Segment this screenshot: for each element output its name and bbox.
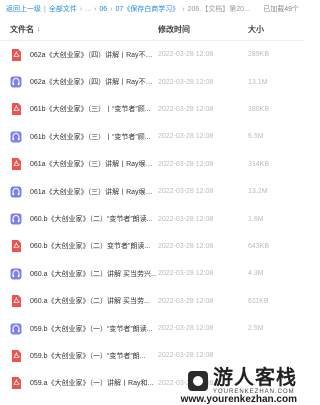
breadcrumb-item-06[interactable]: 06 (99, 6, 107, 13)
file-row[interactable]: 061b《大创业家》（三）丨“变节者”顾... 2022-03-28 12:08 6… (0, 123, 305, 150)
loaded-count: 已加载49个 (263, 6, 299, 13)
pdf-file-icon (10, 377, 22, 390)
breadcrumb-separator: | (44, 5, 46, 13)
audio-file-icon (10, 268, 22, 280)
pdf-file-icon (10, 295, 22, 308)
file-modified-time: 2022-03-28 12:08 (158, 188, 214, 196)
watermark-url: www.yourenkezhan.com (180, 394, 297, 405)
audio-file-icon (10, 323, 22, 335)
breadcrumb-item-07[interactable]: 07《保存白商学习》 (116, 4, 180, 14)
file-row[interactable]: 059.b《大创业家》（一）“变节者”朗... 2022-03-28 12:08 (0, 342, 305, 369)
watermark-logo-icon (188, 371, 208, 391)
column-name-label: 文件名 (10, 24, 34, 34)
breadcrumb-separator: › (182, 5, 185, 13)
file-size: 13.1M (248, 78, 268, 86)
file-name[interactable]: 060.a《大创业家》（二）讲解 买当劳兴... (30, 269, 158, 279)
file-name[interactable]: 061b《大创业家》（三）丨“变节者”顾... (30, 132, 158, 142)
file-name[interactable]: 059.b《大创业家》（一）“变节者”朗读... (30, 324, 158, 334)
file-name[interactable]: 061a《大创业家》（三）讲解丨Ray缑出... (30, 187, 158, 197)
file-name[interactable]: 060.a《大创业家》（二）讲解 买当劳... (30, 296, 158, 306)
file-name[interactable]: 060.b《大创业家》（二）“变节者”朗读... (30, 214, 158, 224)
pdf-file-icon (10, 349, 22, 362)
file-size: 1.6M (248, 215, 264, 223)
file-modified-time: 2022-03-28 12:08 (158, 105, 214, 113)
column-modified-time[interactable]: 修改时间 (158, 24, 248, 35)
file-row[interactable]: 061a《大创业家》（三）讲解丨Ray缑出... 2022-03-28 12:08… (0, 178, 305, 205)
audio-file-icon (10, 131, 22, 143)
breadcrumb-separator: › (110, 5, 113, 13)
file-row[interactable]: 059.b《大创业家》（一）“变节者”朗读... 2022-03-28 12:08… (0, 315, 305, 342)
file-modified-time: 2022-03-28 12:08 (158, 215, 214, 223)
breadcrumb-current: 206.【文档】第20... (187, 6, 250, 13)
file-modified-time: 2022-03-28 12:08 (158, 352, 214, 360)
file-modified-time: 2022-03-28 12:08 (158, 51, 214, 59)
file-modified-time: 2022-03-28 12:08 (158, 78, 214, 86)
file-modified-time: 2022-03-28 12:08 (158, 325, 214, 333)
file-row[interactable]: 062a《大创业家》（四）讲解丨Ray不喧... 2022-03-28 12:08… (0, 68, 305, 95)
file-size: 4.3M (248, 270, 264, 278)
breadcrumb-separator: › (94, 5, 97, 13)
file-row[interactable]: 060.a《大创业家》（二）讲解 买当劳兴... 2022-03-28 12:08… (0, 260, 305, 287)
file-list-header: 文件名 ↓ 修改时间 大小 (0, 18, 305, 41)
file-modified-time: 2022-03-28 12:08 (158, 297, 214, 305)
watermark: 游人客栈 YOURENKEZHAN.COM (187, 367, 297, 395)
file-row[interactable]: 060.b《大创业家》（二）“变节者”朗读... 2022-03-28 12:08… (0, 205, 305, 232)
file-modified-time: 2022-03-28 12:08 (158, 242, 214, 250)
audio-file-icon (10, 213, 22, 225)
file-size: 13.2M (248, 188, 268, 196)
all-files-link[interactable]: 全部文件 (49, 4, 77, 14)
pdf-file-icon (10, 103, 22, 116)
file-size: 314KB (248, 160, 270, 168)
pdf-file-icon (10, 48, 22, 61)
file-list: 062a《大创业家》（四）讲解丨Ray不喧... 2022-03-28 12:08… (0, 41, 305, 397)
file-name[interactable]: 061a《大创业家》（三）讲解丨Ray缑出... (30, 159, 158, 169)
file-row[interactable]: 061a《大创业家》（三）讲解丨Ray缑出... 2022-03-28 12:08… (0, 151, 305, 178)
column-size[interactable]: 大小 (248, 24, 295, 35)
file-size: 180KB (248, 105, 270, 113)
file-row[interactable]: 062a《大创业家》（四）讲解丨Ray不喧... 2022-03-28 12:08… (0, 41, 305, 68)
file-size: 289KB (248, 51, 270, 59)
file-modified-time: 2022-03-28 12:08 (158, 160, 214, 168)
file-name[interactable]: 059.a《大创业家》（一）讲解丨Ray和... (30, 378, 158, 388)
watermark-title: 游人客栈 (213, 367, 297, 389)
file-name[interactable]: 062a《大创业家》（四）讲解丨Ray不喧... (30, 77, 158, 87)
back-link[interactable]: 返回上一级 (6, 4, 41, 14)
file-row[interactable]: 060.b《大创业家》（二）变节者”朗读... 2022-03-28 12:08 6… (0, 233, 305, 260)
column-name[interactable]: 文件名 ↓ (10, 24, 158, 35)
breadcrumb-ellipsis[interactable]: ... (85, 6, 91, 13)
breadcrumb: 返回上一级 | 全部文件 › ... › 06 › 07《保存白商学习》 › 2… (0, 0, 305, 18)
file-modified-time: 2022-03-28 12:08 (158, 270, 214, 278)
sort-arrow-icon[interactable]: ↓ (37, 26, 41, 33)
file-size: 6.5M (248, 133, 264, 141)
breadcrumb-separator: › (79, 5, 83, 13)
file-name[interactable]: 061b《大创业家》（三）丨“变节者”顾... (30, 104, 158, 114)
file-size: 611KB (248, 297, 269, 305)
audio-file-icon (10, 186, 22, 198)
file-row[interactable]: 060.a《大创业家》（二）讲解 买当劳... 2022-03-28 12:08 6… (0, 288, 305, 315)
file-row[interactable]: 061b《大创业家》（三）丨“变节者”顾... 2022-03-28 12:08 1… (0, 96, 305, 123)
file-modified-time: 2022-03-28 12:08 (158, 133, 214, 141)
file-name[interactable]: 059.b《大创业家》（一）“变节者”朗... (30, 351, 158, 361)
file-name[interactable]: 060.b《大创业家》（二）变节者”朗读... (30, 241, 158, 251)
file-size: 643KB (248, 242, 270, 250)
file-size: 2.5M (248, 325, 264, 333)
pdf-file-icon (10, 158, 22, 171)
audio-file-icon (10, 76, 22, 88)
pdf-file-icon (10, 240, 22, 253)
file-name[interactable]: 062a《大创业家》（四）讲解丨Ray不喧... (30, 50, 158, 60)
